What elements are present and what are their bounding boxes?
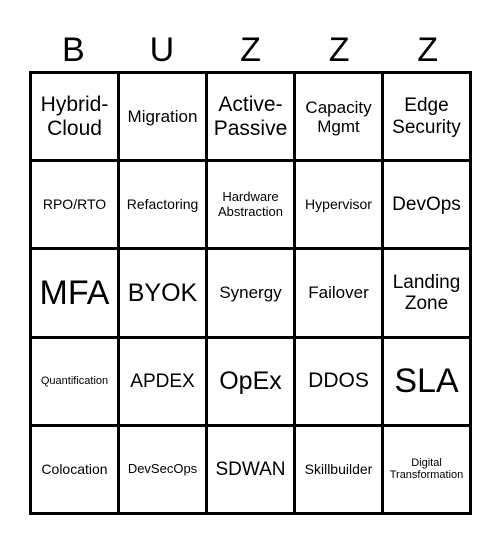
bingo-cell[interactable]: Hypervisor: [296, 162, 381, 248]
bingo-cell[interactable]: Digital Transformation: [384, 426, 469, 512]
bingo-cell[interactable]: DevSecOps: [120, 426, 205, 512]
bingo-cell[interactable]: Hardware Abstraction: [208, 162, 293, 248]
header-letter-z2: Z: [328, 31, 350, 69]
bingo-cell[interactable]: Refactoring: [120, 162, 205, 248]
bingo-cell[interactable]: Quantification: [32, 338, 117, 424]
bingo-cell[interactable]: MFA: [32, 250, 117, 336]
bingo-cell[interactable]: APDEX: [120, 338, 205, 424]
header-letter-z1: Z: [240, 31, 261, 69]
bingo-header: B U Z Z Z: [29, 30, 472, 70]
bingo-cell[interactable]: Edge Security: [384, 74, 469, 160]
bingo-cell[interactable]: SLA: [384, 338, 469, 424]
bingo-cell[interactable]: Colocation: [32, 426, 117, 512]
bingo-cell[interactable]: DevOps: [384, 162, 469, 248]
bingo-cell[interactable]: DDOS: [296, 338, 381, 424]
bingo-cell[interactable]: Landing Zone: [384, 250, 469, 336]
bingo-cell[interactable]: Skillbuilder: [296, 426, 381, 512]
header-letter-b: B: [61, 31, 85, 69]
bingo-cell[interactable]: RPO/RTO: [32, 162, 117, 248]
bingo-cell[interactable]: Hybrid- Cloud: [32, 74, 117, 160]
bingo-cell[interactable]: Active- Passive: [208, 74, 293, 160]
bingo-cell[interactable]: Synergy: [208, 250, 293, 336]
header-letter-z3: Z: [417, 31, 439, 69]
bingo-cell[interactable]: OpEx: [208, 338, 293, 424]
header-letter-u: U: [149, 31, 175, 69]
bingo-cell[interactable]: BYOK: [120, 250, 205, 336]
bingo-cell[interactable]: Migration: [120, 74, 205, 160]
bingo-board: Hybrid- Cloud Migration Active- Passive Ca…: [29, 71, 472, 515]
bingo-cell[interactable]: SDWAN: [208, 426, 293, 512]
bingo-cell[interactable]: Capacity Mgmt: [296, 74, 381, 160]
bingo-cell[interactable]: Failover: [296, 250, 381, 336]
